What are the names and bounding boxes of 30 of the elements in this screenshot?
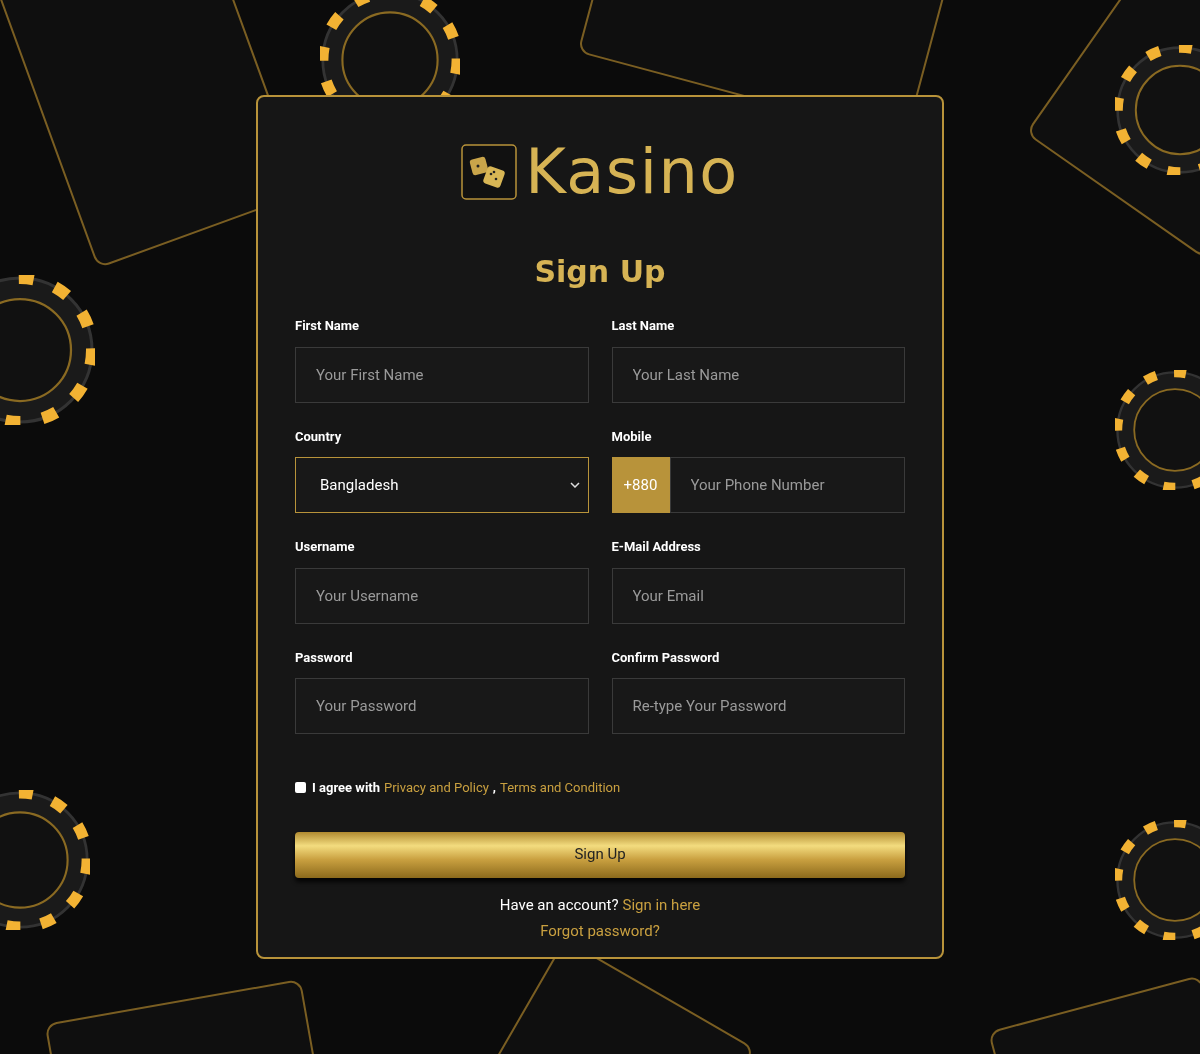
text-input-field[interactable]: Your Username bbox=[295, 567, 589, 624]
sign-up-button[interactable]: Sign Up bbox=[295, 831, 905, 878]
field-label: Username bbox=[295, 538, 356, 556]
text-input-field[interactable]: Your Email bbox=[611, 567, 905, 624]
field-label: Mobile bbox=[611, 427, 653, 446]
form-title: Sign Up bbox=[533, 253, 667, 291]
field-label: Password bbox=[295, 648, 354, 667]
chevron-down-icon bbox=[569, 482, 580, 488]
brand-name: Kasino bbox=[525, 141, 739, 203]
agreement-text: I agree with bbox=[312, 779, 380, 797]
dice-logo-icon bbox=[461, 144, 518, 200]
country-dropdown[interactable]: Bangladesh bbox=[295, 457, 589, 513]
agree-checkbox[interactable] bbox=[295, 782, 306, 794]
text-input-field[interactable]: Your Password bbox=[295, 678, 589, 734]
text-input-field[interactable]: Your Last Name bbox=[611, 346, 905, 403]
privacy-policy-link[interactable]: Privacy and Policy bbox=[384, 778, 489, 798]
terms-link[interactable]: Terms and Condition bbox=[500, 778, 621, 798]
text-input-field[interactable]: Your First Name bbox=[295, 346, 589, 403]
sign-in-link[interactable]: Sign in here bbox=[622, 893, 701, 916]
field-label: Country bbox=[295, 427, 343, 446]
field-label: E-Mail Address bbox=[611, 538, 702, 556]
field-label: Confirm Password bbox=[611, 648, 721, 667]
field-label: Last Name bbox=[611, 317, 676, 335]
account-prompt: Have an account? bbox=[499, 894, 619, 916]
forgot-password-link[interactable]: Forgot password? bbox=[540, 920, 660, 943]
text-input-field[interactable]: Re-type Your Password bbox=[611, 678, 905, 734]
country-code-prefix: +880 bbox=[611, 457, 670, 513]
phone-input-field[interactable]: Your Phone Number bbox=[669, 457, 905, 513]
link-separator: , bbox=[492, 779, 497, 797]
field-label: First Name bbox=[295, 317, 361, 335]
